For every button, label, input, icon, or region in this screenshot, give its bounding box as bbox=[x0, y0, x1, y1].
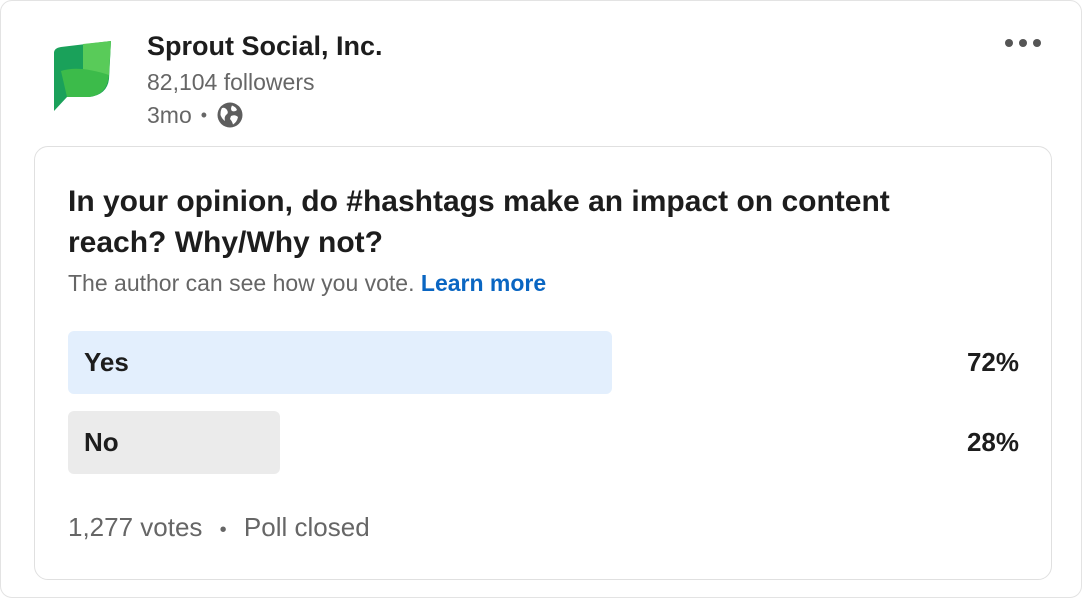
poll-option-bar bbox=[68, 331, 612, 394]
follower-count: 82,104 followers bbox=[147, 69, 315, 95]
poll-status: Poll closed bbox=[243, 512, 370, 542]
company-name[interactable]: Sprout Social, Inc. bbox=[147, 31, 383, 62]
vote-count[interactable]: 1,277 votes bbox=[68, 512, 202, 542]
poll-footer: 1,277 votes • Poll closed bbox=[68, 512, 370, 543]
poll-option-no: No 28% bbox=[68, 411, 1019, 474]
poll-option-label: Yes bbox=[84, 347, 129, 377]
poll-option-label: No bbox=[84, 427, 119, 457]
post-meta: 3mo • bbox=[147, 101, 244, 129]
poll-option-yes: Yes 72% bbox=[68, 331, 1019, 394]
poll-question: In your opinion, do #hashtags make an im… bbox=[68, 185, 890, 259]
more-options-button[interactable] bbox=[999, 27, 1047, 59]
company-logo[interactable] bbox=[53, 39, 113, 111]
post-card: Sprout Social, Inc. 82,104 followers 3mo… bbox=[0, 0, 1082, 598]
footer-separator: • bbox=[219, 519, 227, 541]
post-time: 3mo bbox=[147, 101, 192, 128]
meta-separator: • bbox=[200, 104, 208, 125]
poll-option-percent: 72% bbox=[966, 347, 1019, 377]
learn-more-link[interactable]: Learn more bbox=[421, 270, 546, 296]
poll-container: In your opinion, do #hashtags make an im… bbox=[34, 146, 1052, 580]
more-horizontal-icon bbox=[1005, 39, 1041, 47]
vote-visibility-text: The author can see how you vote. bbox=[68, 270, 415, 296]
globe-icon bbox=[217, 102, 243, 128]
poll-option-percent: 28% bbox=[966, 427, 1019, 457]
vote-visibility-notice: The author can see how you vote. Learn m… bbox=[68, 270, 546, 297]
